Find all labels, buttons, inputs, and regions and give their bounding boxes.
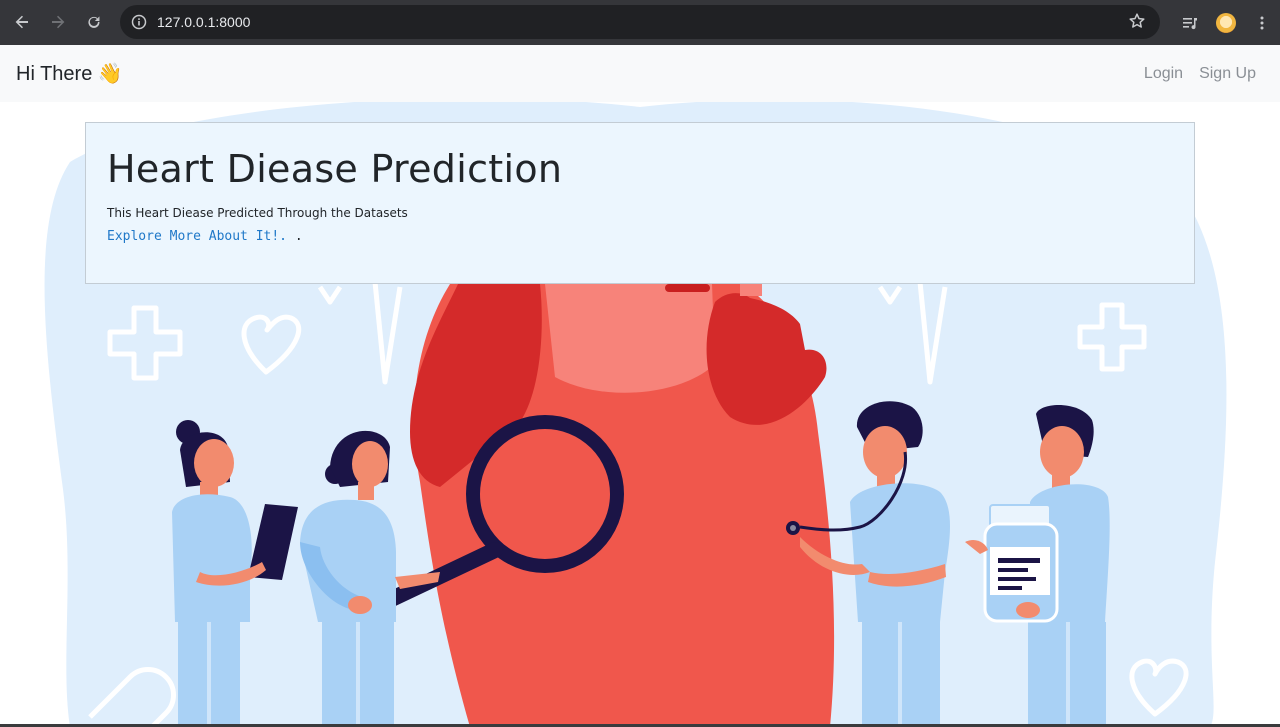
bookmark-star-icon[interactable] bbox=[1128, 12, 1146, 34]
media-queue-icon[interactable] bbox=[1172, 5, 1208, 41]
site-info-icon[interactable] bbox=[122, 5, 156, 39]
reload-icon[interactable] bbox=[76, 4, 112, 40]
login-link[interactable]: Login bbox=[1144, 65, 1183, 83]
browser-toolbar: 127.0.0.1:8000 bbox=[0, 0, 1280, 45]
back-icon[interactable] bbox=[4, 4, 40, 40]
forward-icon[interactable] bbox=[40, 4, 76, 40]
page-title: Heart Diease Prediction bbox=[107, 147, 563, 191]
page-subtitle: This Heart Diease Predicted Through the … bbox=[107, 206, 408, 220]
url-text: 127.0.0.1:8000 bbox=[157, 14, 251, 30]
address-bar[interactable]: 127.0.0.1:8000 bbox=[120, 5, 1160, 39]
profile-avatar[interactable] bbox=[1208, 5, 1244, 41]
navbar-brand[interactable]: Hi There 👋 bbox=[16, 61, 123, 86]
jumbotron-card: Heart Diease Prediction This Heart Dieas… bbox=[85, 122, 1195, 284]
signup-link[interactable]: Sign Up bbox=[1199, 65, 1256, 83]
explore-more-suffix: . bbox=[287, 229, 303, 244]
explore-more-row: Explore More About It!. . bbox=[107, 229, 303, 244]
site-navbar: Hi There 👋 Login Sign Up bbox=[0, 45, 1280, 102]
explore-more-link[interactable]: Explore More About It!. bbox=[107, 229, 287, 244]
kebab-menu-icon[interactable] bbox=[1244, 5, 1280, 41]
